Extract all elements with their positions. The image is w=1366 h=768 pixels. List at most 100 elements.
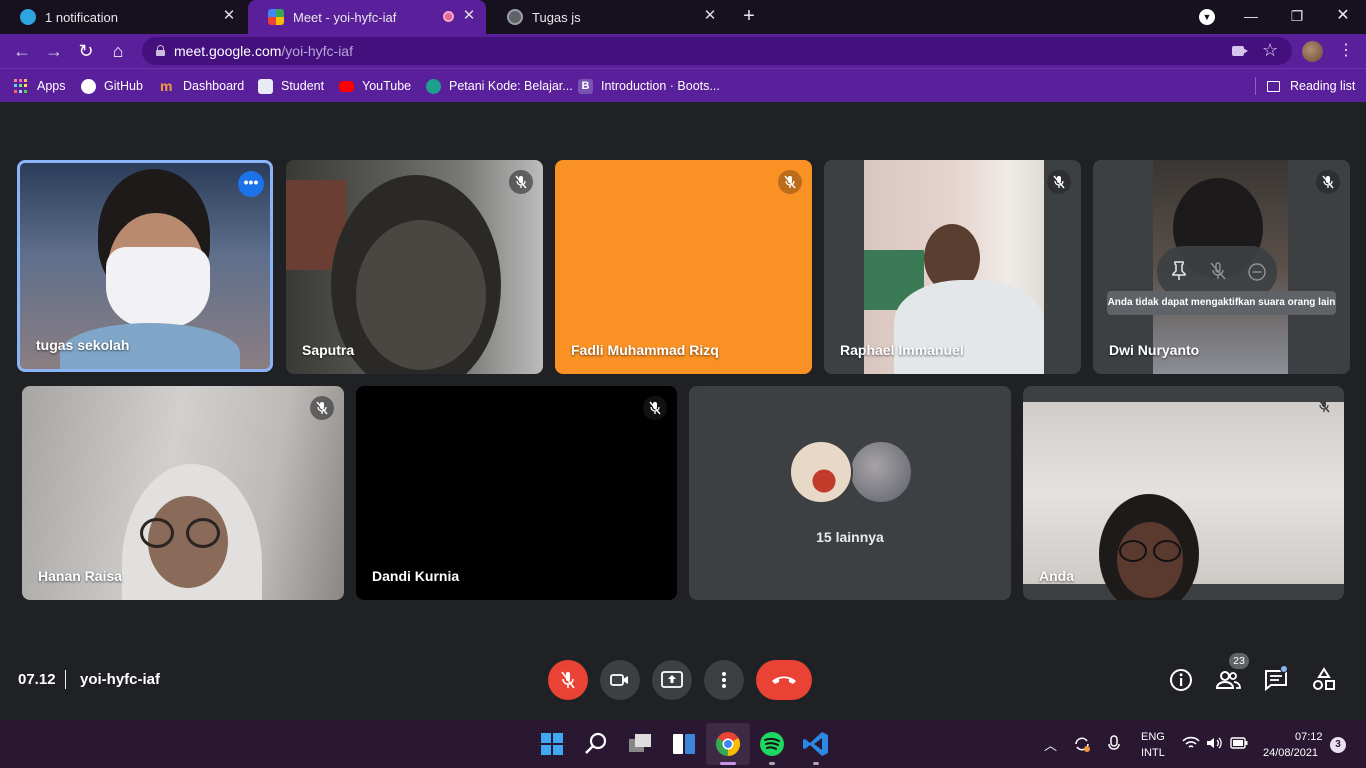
present-screen-icon	[661, 671, 683, 688]
address-bar[interactable]: meet.google.com/yoi-hyfc-iaf ☆	[142, 37, 1292, 65]
reload-button[interactable]: ↻	[74, 39, 98, 63]
bookmark-apps[interactable]: Apps	[14, 77, 66, 95]
bookmark-youtube[interactable]: YouTube	[339, 77, 411, 95]
others-tile[interactable]: 15 lainnya	[689, 386, 1011, 600]
video-glasses	[140, 518, 174, 548]
participant-avatar	[789, 440, 853, 504]
video-glasses	[1153, 540, 1181, 562]
bootstrap-icon: B	[578, 78, 593, 94]
activities-icon[interactable]	[1310, 666, 1338, 694]
people-icon[interactable]	[1214, 666, 1242, 694]
clock-time[interactable]: 07:12	[1295, 731, 1323, 743]
present-screen-button[interactable]	[652, 660, 692, 700]
youtube-icon	[339, 80, 354, 92]
new-tab-button[interactable]: +	[738, 6, 760, 28]
tab-search-icon[interactable]: ▼	[1199, 9, 1215, 25]
url-text[interactable]: meet.google.com/yoi-hyfc-iaf	[174, 43, 353, 59]
participant-name: Fadli Muhammad Rizq	[571, 342, 719, 358]
participant-tile-raphael[interactable]: Raphael Immanuel	[824, 160, 1081, 374]
vscode-icon[interactable]	[800, 728, 832, 760]
tooltip: Anda tidak dapat mengaktifkan suara oran…	[1107, 291, 1336, 315]
participant-name: Dwi Nuryanto	[1109, 342, 1200, 358]
close-tab-icon[interactable]: ✕	[701, 7, 719, 25]
participant-tile-hanan[interactable]: Hanan Raisa	[22, 386, 344, 600]
leave-call-button[interactable]	[756, 660, 812, 700]
vertical-dots-icon	[722, 672, 726, 688]
spotify-icon[interactable]	[756, 728, 788, 760]
muted-mic-icon	[1316, 170, 1340, 194]
wifi-icon[interactable]	[1182, 736, 1200, 750]
mute-participant-icon[interactable]	[1209, 261, 1227, 281]
meeting-details-icon[interactable]	[1167, 666, 1195, 694]
participant-tile-saputra[interactable]: Saputra	[286, 160, 543, 374]
notification-center-badge[interactable]: 3	[1330, 737, 1346, 753]
bookmarks-divider	[1255, 77, 1256, 95]
running-app-indicator	[813, 762, 819, 765]
participant-name: Hanan Raisa	[38, 568, 123, 584]
language-indicator[interactable]: ENG	[1141, 731, 1165, 743]
participant-tile-dandi[interactable]: Dandi Kurnia	[356, 386, 677, 600]
muted-mic-icon	[1047, 170, 1071, 194]
bookmark-bootstrap[interactable]: B Introduction · Boots...	[578, 77, 720, 95]
more-options-icon[interactable]: •••	[238, 171, 264, 197]
camera-permission-icon[interactable]	[1232, 46, 1248, 56]
bookmark-student[interactable]: Student	[258, 77, 324, 95]
task-view-icon[interactable]	[624, 728, 656, 760]
clock-date[interactable]: 24/08/2021	[1263, 747, 1318, 759]
participant-tile-fadli[interactable]: Fadli Muhammad Rizq	[555, 160, 812, 374]
muted-mic-icon	[643, 396, 667, 420]
video-face	[356, 220, 486, 370]
participant-tile-dwi[interactable]: Anda tidak dapat mengaktifkan suara oran…	[1093, 160, 1350, 374]
profile-avatar[interactable]	[1302, 41, 1323, 62]
reading-list-button[interactable]: Reading list	[1267, 77, 1355, 95]
bookmark-petani-kode[interactable]: Petani Kode: Belajar...	[426, 77, 573, 95]
active-app-indicator	[720, 762, 736, 765]
bookmark-star-icon[interactable]: ☆	[1262, 40, 1278, 61]
home-button[interactable]: ⌂	[106, 39, 130, 63]
bookmark-dashboard[interactable]: m Dashboard	[160, 77, 244, 95]
document-icon	[258, 78, 273, 94]
windows-start-icon[interactable]	[536, 728, 568, 760]
participant-name: Raphael Immanuel	[840, 342, 964, 358]
chrome-icon[interactable]	[712, 728, 744, 760]
sync-icon[interactable]	[1072, 734, 1092, 754]
minimize-button[interactable]: —	[1239, 4, 1263, 28]
show-hidden-icons-chevron-icon[interactable]: ︿	[1044, 735, 1057, 754]
chat-notification-dot	[1280, 665, 1288, 673]
remove-participant-icon[interactable]	[1247, 262, 1267, 282]
forward-button[interactable]: →	[42, 39, 66, 63]
dashboard-icon: m	[160, 77, 173, 94]
participant-tile-anda[interactable]: Anda	[1023, 386, 1344, 600]
tab-meet[interactable]: Meet - yoi-hyfc-iaf ✕	[248, 0, 486, 34]
tab-telegram[interactable]: 1 notification ✕	[0, 0, 246, 34]
kebab-menu-icon[interactable]: ⋮	[1338, 40, 1354, 62]
camera-toggle-button[interactable]	[600, 660, 640, 700]
lock-icon[interactable]	[156, 45, 165, 56]
participant-name: tugas sekolah	[36, 337, 130, 353]
mic-off-icon	[561, 671, 575, 689]
close-window-button[interactable]: ✕	[1331, 4, 1355, 28]
volume-icon[interactable]	[1206, 736, 1222, 750]
microphone-icon[interactable]	[1106, 734, 1122, 754]
muted-mic-icon	[1312, 394, 1336, 418]
more-options-button[interactable]	[704, 660, 744, 700]
tab-title: Tugas js	[532, 9, 581, 25]
close-tab-icon[interactable]: ✕	[460, 7, 478, 25]
pin-icon[interactable]	[1171, 260, 1187, 282]
close-tab-icon[interactable]: ✕	[220, 7, 238, 25]
back-button[interactable]: ←	[10, 39, 34, 63]
github-icon	[81, 78, 96, 94]
widgets-icon[interactable]	[668, 728, 700, 760]
bookmark-github[interactable]: GitHub	[81, 77, 143, 95]
search-icon[interactable]	[580, 728, 612, 760]
battery-icon[interactable]	[1230, 737, 1248, 749]
tab-title: Meet - yoi-hyfc-iaf	[293, 9, 397, 25]
video-camera-icon	[610, 674, 628, 686]
restore-button[interactable]: ❐	[1285, 4, 1309, 28]
muted-mic-icon	[778, 170, 802, 194]
browser-tab-strip: 1 notification ✕ Meet - yoi-hyfc-iaf ✕ T…	[0, 0, 1366, 34]
keyboard-layout-indicator[interactable]: INTL	[1141, 747, 1165, 759]
microphone-toggle-button[interactable]	[548, 660, 588, 700]
tab-tugas-js[interactable]: Tugas js ✕	[487, 0, 727, 34]
participant-tile-tugas-sekolah[interactable]: ••• tugas sekolah	[17, 160, 273, 372]
